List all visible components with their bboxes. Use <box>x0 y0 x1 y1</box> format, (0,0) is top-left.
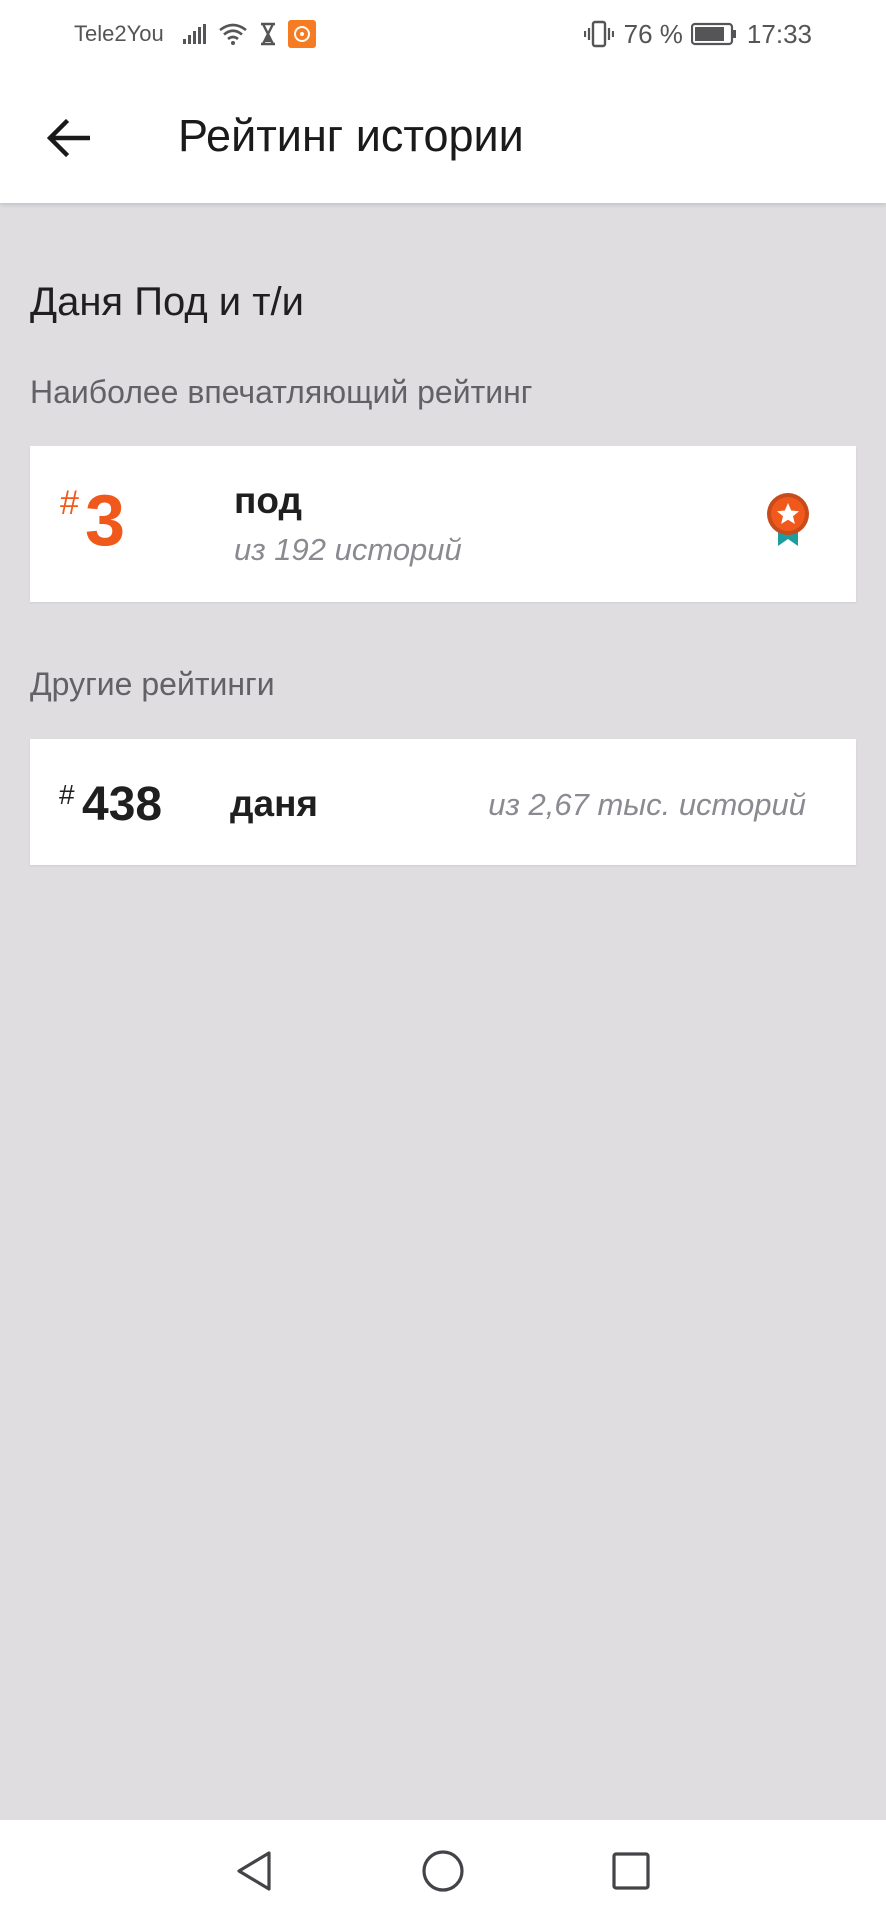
nav-home-button[interactable] <box>420 1848 466 1894</box>
top-ranking-section-label: Наиболее впечатляющий рейтинг <box>30 374 533 410</box>
other-ranking-card[interactable]: # 438 даня из 2,67 тыс. историй <box>30 739 856 865</box>
ranking-tag: под <box>234 480 302 521</box>
rank-number: 438 <box>82 778 163 831</box>
battery-percent: 76 % <box>623 18 683 49</box>
back-button[interactable] <box>34 104 102 172</box>
ranking-subtitle: из 2,67 тыс. историй <box>488 787 806 822</box>
circle-home-icon <box>422 1850 464 1892</box>
status-bar: Tele2You 76 % 17:33 <box>0 0 886 68</box>
rank-hash: # <box>59 779 75 810</box>
status-left: Tele2You <box>74 20 326 48</box>
page-title: Рейтинг истории <box>178 110 524 161</box>
triangle-back-icon <box>237 1851 271 1891</box>
system-navigation-bar <box>0 1820 886 1920</box>
wifi-icon <box>218 22 248 46</box>
story-title: Даня Под и т/и <box>30 280 305 324</box>
status-right: 76 % 17:33 <box>583 18 812 49</box>
other-rankings-section-label: Другие рейтинги <box>30 666 275 702</box>
square-recents-icon <box>612 1852 650 1890</box>
top-bar: Tele2You 76 % 17:33 Рейтинг истории <box>0 0 886 203</box>
clock: 17:33 <box>746 18 812 49</box>
top-ranking-card[interactable]: # 3 под из 192 историй <box>30 446 856 602</box>
ranking-subtitle: из 192 историй <box>234 532 462 567</box>
vibrate-icon <box>583 20 614 48</box>
award-ribbon-icon <box>767 493 809 546</box>
hourglass-icon <box>258 22 278 46</box>
nav-recents-button[interactable] <box>608 1848 654 1894</box>
app-notification-icon <box>287 20 316 48</box>
nav-back-button[interactable] <box>231 1848 277 1894</box>
battery-icon <box>690 22 737 46</box>
rank-number: 3 <box>85 481 126 561</box>
carrier-label: Tele2You <box>74 21 164 46</box>
signal-icon <box>182 23 208 45</box>
app-bar: Рейтинг истории <box>0 68 886 203</box>
rank-hash: # <box>60 484 79 522</box>
arrow-left-icon <box>46 119 90 157</box>
ranking-tag: даня <box>230 783 319 824</box>
